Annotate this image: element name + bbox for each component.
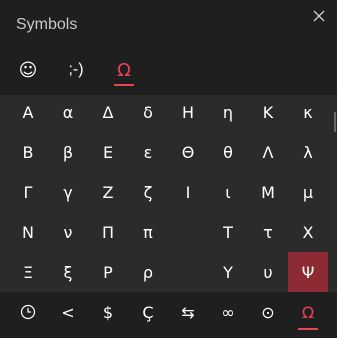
empty-cell <box>168 252 208 292</box>
symbol-cell[interactable]: Ξ <box>8 252 48 292</box>
symbol-cell[interactable]: ν <box>48 212 88 252</box>
symbol-cell[interactable]: δ <box>128 92 168 132</box>
close-button[interactable] <box>307 4 331 28</box>
symbols-panel: Symbols ☺ ;-) Ω ΑαΔδΗηΚκ ΒβΕεΘθΛλ ΓγΖζΙιΜμ Νν… <box>0 0 337 338</box>
tab-kaomoji[interactable]: ;-) <box>56 52 96 88</box>
symbol-cell[interactable]: Ρ <box>88 252 128 292</box>
symbol-cell[interactable]: ε <box>128 132 168 172</box>
symbol-cell[interactable]: ξ <box>48 252 88 292</box>
symbol-cell[interactable]: Μ <box>248 172 288 212</box>
symbol-cell[interactable]: Α <box>8 92 48 132</box>
symbol-cell[interactable]: η <box>208 92 248 132</box>
empty-cell <box>168 212 208 252</box>
close-icon <box>313 10 325 22</box>
symbol-cell[interactable]: λ <box>288 132 328 172</box>
clock-icon <box>20 304 36 320</box>
symbol-cell[interactable]: ρ <box>128 252 168 292</box>
category-greek-icon: Ω <box>301 302 315 322</box>
tab-emoji[interactable]: ☺ <box>8 52 48 88</box>
category-latin-icon: Ç <box>142 302 154 322</box>
symbol-cell[interactable]: β <box>48 132 88 172</box>
symbol-cell[interactable]: μ <box>288 172 328 212</box>
category-active-indicator <box>298 328 318 330</box>
symbol-cell[interactable]: γ <box>48 172 88 212</box>
category-arrows-button[interactable]: ⇆ <box>168 292 208 332</box>
panel-header: Symbols ☺ ;-) Ω <box>0 0 337 95</box>
tab-label: Ω <box>117 59 131 81</box>
category-math-icon: < <box>61 302 75 322</box>
symbol-cell[interactable]: Γ <box>8 172 48 212</box>
symbol-cell[interactable]: α <box>48 92 88 132</box>
symbol-cell[interactable]: Κ <box>248 92 288 132</box>
panel-title: Symbols <box>16 16 78 33</box>
category-latin-button[interactable]: Ç <box>128 292 168 332</box>
symbol-cell[interactable]: κ <box>288 92 328 132</box>
symbol-cell[interactable]: τ <box>248 212 288 252</box>
symbol-cell[interactable]: Π <box>88 212 128 252</box>
symbol-cell[interactable]: Ψ <box>288 252 328 292</box>
category-math-button[interactable]: < <box>48 292 88 332</box>
symbol-cell[interactable]: Υ <box>208 252 248 292</box>
tab-active-indicator <box>114 84 134 86</box>
category-arrows-icon: ⇆ <box>181 302 195 322</box>
symbol-cell[interactable]: Λ <box>248 132 288 172</box>
symbol-category-bar: < $ Ç ⇆ ∞ ⊙ Ω <box>0 292 337 338</box>
category-geometric-icon: ⊙ <box>261 302 275 322</box>
category-geometric-button[interactable]: ⊙ <box>248 292 288 332</box>
symbol-cell[interactable]: ζ <box>128 172 168 212</box>
tab-label: ;-) <box>68 61 84 78</box>
category-misc-button[interactable]: ∞ <box>208 292 248 332</box>
symbol-cell[interactable]: Θ <box>168 132 208 172</box>
symbol-cell[interactable]: υ <box>248 252 288 292</box>
symbol-cell[interactable]: Ι <box>168 172 208 212</box>
symbol-cell[interactable]: π <box>128 212 168 252</box>
symbol-cell[interactable]: θ <box>208 132 248 172</box>
symbol-cell[interactable]: Η <box>168 92 208 132</box>
tab-symbols[interactable]: Ω <box>104 52 144 88</box>
category-greek-button[interactable]: Ω <box>288 292 328 332</box>
symbol-cell[interactable]: Ζ <box>88 172 128 212</box>
symbol-cell[interactable]: Ε <box>88 132 128 172</box>
symbol-cell[interactable]: ι <box>208 172 248 212</box>
tab-label: ☺ <box>18 59 38 81</box>
symbol-cell[interactable]: Ν <box>8 212 48 252</box>
symbol-cell[interactable]: Δ <box>88 92 128 132</box>
category-currency-button[interactable]: $ <box>88 292 128 332</box>
symbol-cell[interactable]: Β <box>8 132 48 172</box>
category-tabs: ☺ ;-) Ω <box>0 52 144 88</box>
symbol-grid: ΑαΔδΗηΚκ ΒβΕεΘθΛλ ΓγΖζΙιΜμ ΝνΠπΤτΧ ΞξΡρΥυΨ <box>0 92 337 292</box>
category-misc-icon: ∞ <box>221 302 235 322</box>
symbol-cell[interactable]: Τ <box>208 212 248 252</box>
symbol-cell[interactable]: Χ <box>288 212 328 252</box>
category-currency-icon: $ <box>102 302 114 322</box>
category-recent-button[interactable] <box>8 292 48 332</box>
scrollbar[interactable] <box>334 112 336 132</box>
